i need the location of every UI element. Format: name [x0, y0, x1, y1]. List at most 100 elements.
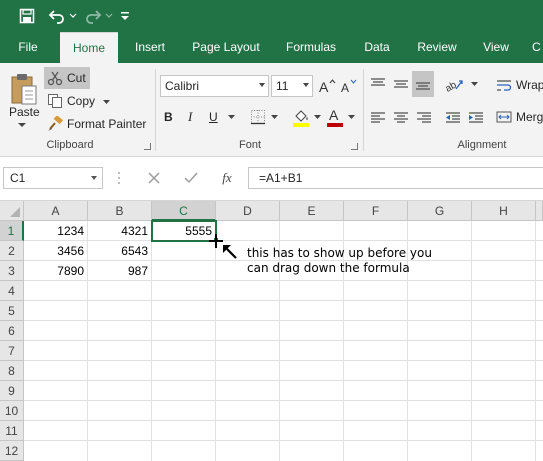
row-header-4[interactable]: 4 — [0, 281, 24, 301]
row-header-2[interactable]: 2 — [0, 241, 24, 261]
column-header-i[interactable] — [536, 201, 543, 221]
row-header-9[interactable]: 9 — [0, 381, 24, 401]
paste-icon[interactable] — [6, 69, 42, 109]
bold-button[interactable]: B — [164, 107, 178, 127]
cancel-icon[interactable] — [143, 167, 165, 189]
column-header-e[interactable]: E — [280, 201, 344, 221]
top-align-icon[interactable] — [368, 73, 388, 95]
fill-color-icon[interactable] — [291, 105, 311, 129]
increase-font-size-icon[interactable]: A — [318, 75, 336, 97]
column-header-f[interactable]: F — [344, 201, 408, 221]
redo-dropdown-icon[interactable] — [104, 4, 114, 28]
tab-data[interactable]: Data — [354, 32, 400, 63]
column-header-b[interactable]: B — [88, 201, 152, 221]
column-header-c[interactable]: C — [152, 201, 216, 221]
font-color-dropdown-icon[interactable] — [347, 111, 355, 123]
row-header-10[interactable]: 10 — [0, 401, 24, 421]
format-painter-button[interactable]: Format Painter — [47, 114, 146, 134]
align-right-icon[interactable] — [414, 107, 434, 129]
underline-dropdown-icon[interactable] — [227, 111, 235, 123]
align-center-icon[interactable] — [391, 107, 411, 129]
customize-qat-icon[interactable] — [118, 4, 132, 28]
ribbon-tabs: File Home Insert Page Layout Formulas Da… — [0, 32, 543, 63]
fill-color-dropdown-icon[interactable] — [313, 111, 321, 123]
cut-label: Cut — [67, 71, 86, 85]
row-header-6[interactable]: 6 — [0, 321, 24, 341]
column-header-h[interactable]: H — [472, 201, 536, 221]
row-header-8[interactable]: 8 — [0, 361, 24, 381]
tab-cut-off[interactable]: C — [532, 32, 543, 63]
tab-file[interactable]: File — [8, 32, 48, 63]
column-header-g[interactable]: G — [408, 201, 472, 221]
middle-align-icon[interactable] — [391, 73, 411, 95]
tab-insert[interactable]: Insert — [124, 32, 176, 63]
align-left-icon[interactable] — [368, 107, 388, 129]
copy-dropdown-icon[interactable] — [103, 94, 111, 108]
svg-text:A: A — [319, 79, 329, 94]
column-header-d[interactable]: D — [216, 201, 280, 221]
cut-button[interactable]: Cut — [44, 67, 90, 89]
orientation-dropdown-icon[interactable] — [470, 79, 478, 89]
scissors-icon — [47, 70, 63, 86]
cell-b1[interactable]: 4321 — [88, 221, 152, 241]
decrease-indent-icon[interactable] — [443, 107, 463, 129]
cell-b3[interactable]: 987 — [88, 261, 152, 281]
increase-indent-icon[interactable] — [466, 107, 486, 129]
active-cell-border — [151, 220, 217, 242]
font-size-combo[interactable]: 11 — [271, 75, 313, 97]
undo-dropdown-icon[interactable] — [68, 4, 78, 28]
bottom-align-icon[interactable] — [412, 71, 434, 97]
tab-home[interactable]: Home — [60, 32, 118, 63]
clipboard-launcher-icon[interactable] — [144, 143, 151, 150]
row-header-7[interactable]: 7 — [0, 341, 24, 361]
merge-center-label: Merg — [516, 110, 543, 124]
font-size-value: 11 — [276, 79, 289, 93]
borders-dropdown-icon[interactable] — [270, 111, 278, 123]
font-color-icon[interactable]: A — [325, 105, 345, 129]
undo-icon[interactable] — [46, 4, 68, 28]
font-launcher-icon[interactable] — [351, 143, 358, 150]
decrease-font-size-icon[interactable]: A — [340, 75, 358, 97]
name-box-value: C1 — [10, 171, 26, 185]
row-header-12[interactable]: 12 — [0, 441, 24, 461]
font-name-combo[interactable]: Calibri — [160, 75, 269, 97]
row-header-1[interactable]: 1 — [0, 221, 24, 241]
wrap-text-button[interactable]: Wrap — [496, 75, 543, 95]
name-box[interactable]: C1 — [3, 167, 103, 189]
italic-button[interactable]: I — [188, 107, 202, 127]
group-separator — [363, 69, 364, 151]
row-header-11[interactable]: 11 — [0, 421, 24, 441]
tab-view[interactable]: View — [474, 32, 518, 63]
formula-input[interactable]: =A1+B1 — [248, 167, 543, 189]
enter-icon[interactable] — [180, 167, 202, 189]
copy-button[interactable]: Copy — [47, 91, 111, 111]
font-size-dropdown-icon[interactable] — [303, 83, 309, 87]
ribbon: Paste Cut Copy Format Painter Clipboard … — [0, 63, 543, 157]
select-all-corner[interactable] — [0, 201, 24, 221]
paste-button[interactable]: Paste — [9, 105, 40, 119]
font-name-dropdown-icon[interactable] — [259, 83, 265, 87]
row-header-5[interactable]: 5 — [0, 301, 24, 321]
cell-a2[interactable]: 3456 — [24, 241, 88, 261]
format-painter-label: Format Painter — [67, 117, 147, 131]
insert-function-icon[interactable]: fx — [216, 167, 238, 189]
merge-center-button[interactable]: Merg — [496, 107, 543, 127]
cell-a1[interactable]: 1234 — [24, 221, 88, 241]
paste-dropdown-icon[interactable] — [17, 121, 27, 129]
svg-text:A: A — [341, 81, 349, 94]
column-header-a[interactable]: A — [24, 201, 88, 221]
underline-button[interactable]: U — [209, 107, 223, 127]
save-icon[interactable] — [14, 4, 40, 28]
tab-page-layout[interactable]: Page Layout — [184, 32, 268, 63]
tab-review[interactable]: Review — [410, 32, 464, 63]
redo-icon[interactable] — [82, 4, 104, 28]
alignment-group-label: Alignment — [457, 139, 507, 151]
orientation-icon[interactable]: ab — [443, 73, 469, 95]
formula-bar-grip[interactable] — [117, 169, 121, 187]
cell-a3[interactable]: 7890 — [24, 261, 88, 281]
borders-icon[interactable] — [249, 107, 267, 127]
name-box-dropdown-icon[interactable] — [91, 176, 97, 180]
row-header-3[interactable]: 3 — [0, 261, 24, 281]
tab-formulas[interactable]: Formulas — [278, 32, 344, 63]
cell-b2[interactable]: 6543 — [88, 241, 152, 261]
